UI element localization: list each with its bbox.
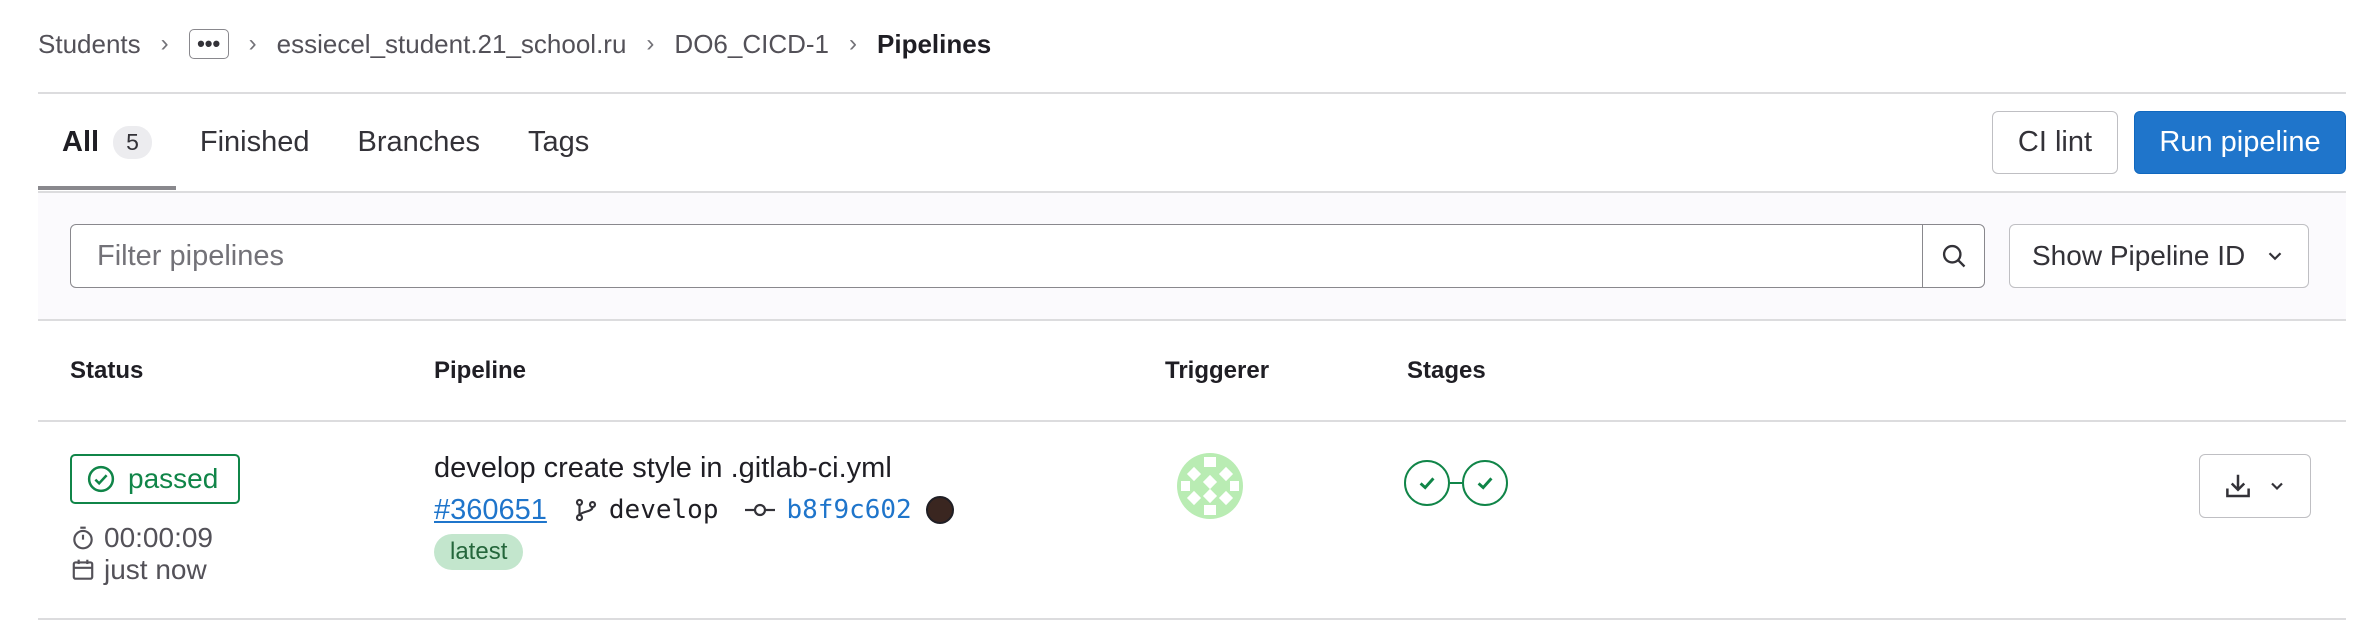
calendar-icon [72, 559, 94, 580]
column-header-status: Status [70, 357, 144, 384]
show-pipeline-id-label: Show Pipeline ID [2032, 240, 2246, 271]
column-header-triggerer: Triggerer [1165, 357, 1270, 384]
pipeline-id-link[interactable]: #360651 [434, 494, 547, 527]
tab-tags-label: Tags [528, 125, 590, 158]
divider [38, 420, 2346, 422]
filter-pipelines-input[interactable] [71, 238, 1923, 274]
tab-finished-label: Finished [199, 125, 310, 158]
breadcrumb: Students › ••• › essiecel_student.21_sch… [38, 26, 991, 62]
chevron-right-icon: › [646, 30, 655, 57]
chevron-down-icon [2271, 482, 2283, 491]
tab-branches-label: Branches [357, 125, 480, 158]
filter-pipelines-field[interactable] [70, 224, 1924, 288]
run-pipeline-button[interactable]: Run pipeline [2134, 111, 2346, 174]
chevron-right-icon: › [160, 30, 169, 57]
tab-tags[interactable]: Tags [504, 94, 613, 190]
breadcrumb-current: Pipelines [877, 28, 992, 59]
search-icon [1942, 244, 1965, 268]
timer-icon [73, 526, 93, 550]
check-icon [1477, 477, 1493, 490]
divider [38, 618, 2346, 620]
breadcrumb-item-group[interactable]: essiecel_student.21_school.ru [277, 29, 627, 60]
commit-sha-link[interactable]: b8f9c602 [786, 495, 911, 525]
latest-badge: latest [434, 534, 524, 570]
chevron-right-icon: › [849, 30, 858, 57]
status-badge[interactable]: passed [70, 454, 240, 504]
commit-author-avatar[interactable] [925, 496, 954, 524]
column-header-pipeline: Pipeline [434, 357, 527, 384]
breadcrumb-more-button[interactable]: ••• [188, 29, 229, 59]
status-success-icon [87, 465, 115, 493]
duration-value: 00:00:09 [104, 522, 213, 553]
pipeline-tabs: All 5 Finished Branches Tags [38, 94, 613, 190]
tab-all[interactable]: All 5 [38, 94, 176, 190]
chevron-down-icon [2268, 252, 2282, 261]
commit-title[interactable]: develop create style in .gitlab-ci.yml [434, 452, 892, 485]
finished-time: just now [70, 554, 207, 586]
ci-lint-button[interactable]: CI lint [1992, 111, 2118, 174]
commit-icon [745, 503, 776, 517]
breadcrumb-item-project[interactable]: DO6_CICD-1 [674, 29, 829, 60]
branch-icon [575, 498, 596, 522]
pipeline-stages [1404, 460, 1508, 506]
triggerer-avatar[interactable] [1177, 453, 1243, 519]
tab-all-label: All [62, 125, 100, 158]
pipeline-info: #360651 develop b8f9c602 [434, 490, 954, 530]
check-icon [1419, 477, 1435, 490]
status-label: passed [128, 463, 219, 494]
breadcrumb-item-students[interactable]: Students [38, 29, 141, 60]
tab-all-count-badge: 5 [113, 125, 152, 159]
stage-connector [1450, 482, 1462, 484]
download-artifacts-button[interactable] [2199, 454, 2311, 518]
show-pipeline-id-dropdown[interactable]: Show Pipeline ID [2009, 224, 2309, 288]
tab-branches[interactable]: Branches [333, 94, 504, 190]
chevron-right-icon: › [248, 30, 257, 57]
column-header-stages: Stages [1407, 357, 1486, 384]
identicon-avatar [1177, 453, 1243, 519]
download-icon [2226, 474, 2250, 498]
finished-time-value: just now [104, 554, 207, 585]
stage-1-status[interactable] [1404, 460, 1450, 506]
branch-ref-link[interactable]: develop [609, 495, 719, 525]
tab-finished[interactable]: Finished [176, 94, 334, 190]
duration: 00:00:09 [70, 522, 213, 554]
stage-2-status[interactable] [1462, 460, 1508, 506]
search-button[interactable] [1922, 224, 1985, 288]
